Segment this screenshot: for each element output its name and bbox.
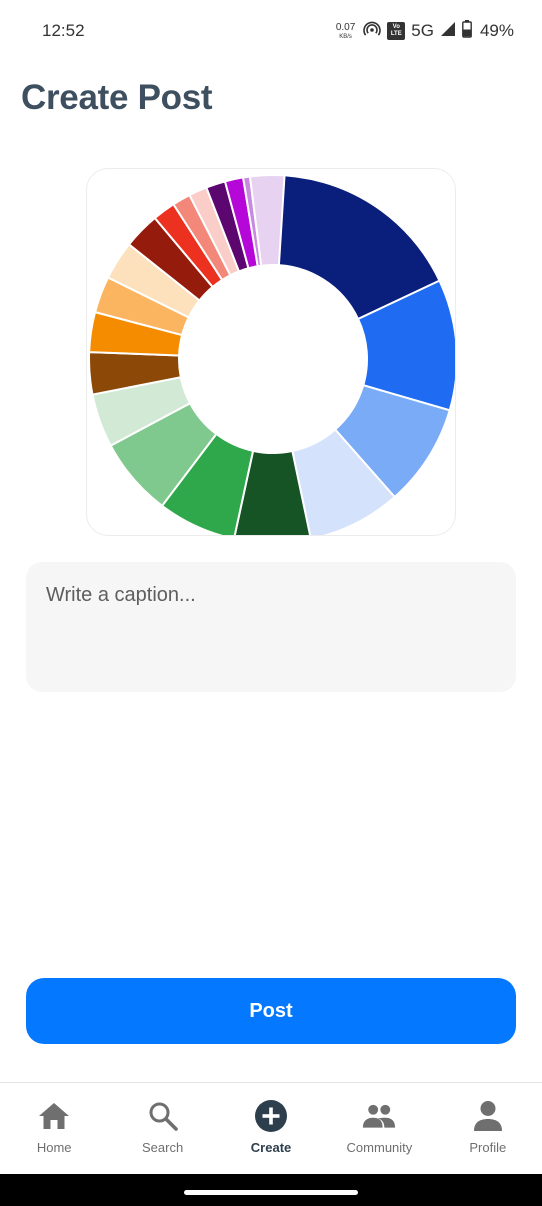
nav-label-community: Community (346, 1140, 413, 1155)
battery-percent: 49% (479, 21, 514, 40)
search-icon (146, 1099, 180, 1133)
nav-label-profile: Profile (469, 1140, 507, 1155)
nav-item-create[interactable]: Create (217, 1083, 325, 1174)
battery-icon (462, 19, 472, 43)
nav-label-search: Search (142, 1140, 184, 1155)
volte-icon: Vo LTE (387, 22, 406, 40)
signal-icon (440, 21, 456, 42)
status-icons: 0.07 KB/s Vo LTE 5G 49% (335, 19, 514, 43)
network-speed-unit: KB/s (339, 33, 352, 40)
system-navigation-bar (0, 1174, 542, 1206)
network-type: 5G (411, 21, 434, 40)
donut-color-wheel-image (88, 173, 455, 535)
nav-label-home: Home (36, 1140, 72, 1155)
hotspot-icon (363, 20, 382, 43)
volte-top-label: Vo (392, 24, 400, 30)
status-time: 12:52 (42, 21, 85, 40)
nav-item-community[interactable]: Community (325, 1083, 433, 1174)
page-title: Create Post (21, 78, 213, 117)
nav-label-create: Create (250, 1140, 292, 1155)
people-icon (362, 1099, 396, 1133)
image-preview[interactable] (86, 168, 456, 536)
person-icon (471, 1099, 505, 1133)
home-icon (37, 1099, 71, 1133)
volte-bottom-label: LTE (390, 31, 402, 37)
nav-item-home[interactable]: Home (0, 1083, 108, 1174)
caption-input[interactable] (26, 562, 516, 692)
network-speed: 0.07 KB/s (335, 21, 356, 40)
bottom-navigation: Home Search Create Community Profile (0, 1082, 542, 1174)
nav-item-search[interactable]: Search (108, 1083, 216, 1174)
post-button[interactable]: Post (26, 978, 516, 1044)
status-bar: 12:52 0.07 KB/s Vo LTE 5G 49% (0, 0, 542, 62)
home-indicator[interactable] (184, 1190, 358, 1195)
network-speed-value: 0.07 (335, 21, 356, 33)
plus-circle-icon (254, 1099, 288, 1133)
nav-item-profile[interactable]: Profile (434, 1083, 542, 1174)
